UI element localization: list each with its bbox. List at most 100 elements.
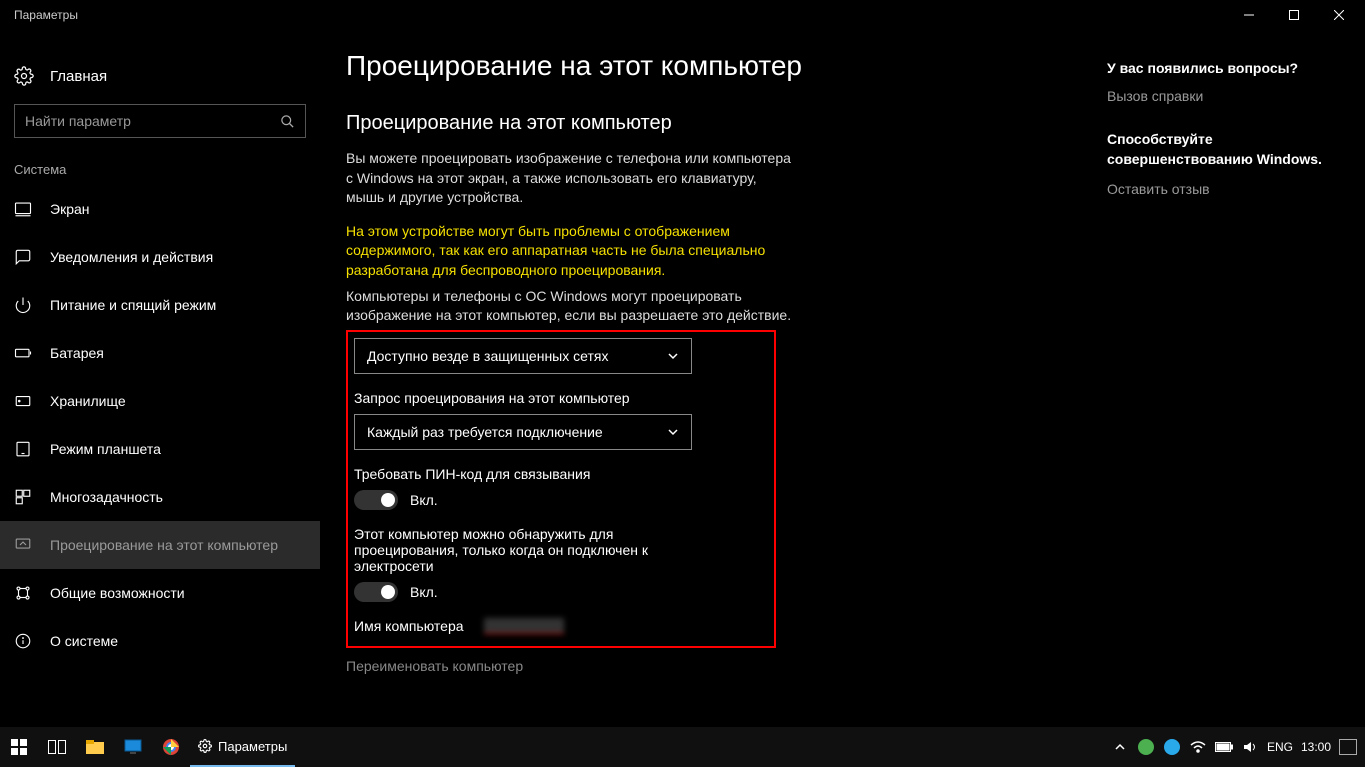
- sidebar-item-label: О системе: [50, 633, 118, 649]
- home-button[interactable]: Главная: [0, 60, 320, 104]
- windows-icon: [11, 739, 27, 755]
- taskbar-app-1[interactable]: [114, 727, 152, 767]
- help-title: У вас появились вопросы?: [1107, 60, 1345, 76]
- plugged-toggle[interactable]: [354, 582, 398, 602]
- tray-wifi[interactable]: [1189, 738, 1207, 756]
- sidebar-item-multitasking[interactable]: Многозадачность: [0, 473, 320, 521]
- tray-icon-1[interactable]: [1137, 738, 1155, 756]
- titlebar: Параметры: [0, 0, 1365, 30]
- availability-dropdown[interactable]: Доступно везде в защищенных сетях: [354, 338, 692, 374]
- sidebar-item-label: Многозадачность: [50, 489, 163, 505]
- maximize-button[interactable]: [1271, 0, 1316, 30]
- chevron-up-icon: [1115, 742, 1125, 752]
- category-label: Система: [0, 162, 320, 185]
- sidebar-item-label: Батарея: [50, 345, 104, 361]
- warning-text: На этом устройстве могут быть проблемы с…: [346, 222, 796, 281]
- search-box[interactable]: [14, 104, 306, 138]
- chat-icon: [14, 248, 32, 266]
- sidebar-item-tablet[interactable]: Режим планшета: [0, 425, 320, 473]
- sidebar-item-shared[interactable]: Общие возможности: [0, 569, 320, 617]
- taskview-icon: [48, 740, 66, 754]
- chevron-down-icon: [667, 350, 679, 362]
- multitask-icon: [14, 488, 32, 506]
- pc-name-redacted: [484, 618, 564, 634]
- pin-toggle-state: Вкл.: [410, 492, 438, 508]
- plugged-label: Этот компьютер можно обнаружить для прое…: [354, 526, 714, 574]
- pcname-label: Имя компьютера: [354, 618, 464, 634]
- tray-volume[interactable]: [1241, 738, 1259, 756]
- search-input[interactable]: [25, 113, 280, 129]
- sidebar-item-notifications[interactable]: Уведомления и действия: [0, 233, 320, 281]
- pin-toggle[interactable]: [354, 490, 398, 510]
- intro-text: Вы можете проецировать изображение с тел…: [346, 149, 796, 208]
- sidebar-item-storage[interactable]: Хранилище: [0, 377, 320, 425]
- display-icon: [14, 200, 32, 218]
- telegram-icon: [1164, 739, 1180, 755]
- taskbar: Параметры ENG 13:00: [0, 727, 1365, 767]
- start-button[interactable]: [0, 727, 38, 767]
- ask-dropdown[interactable]: Каждый раз требуется подключение: [354, 414, 692, 450]
- sidebar: Главная Система Экран Уведомления и дейс…: [0, 30, 320, 727]
- sidebar-item-label: Режим планшета: [50, 441, 161, 457]
- tray-chevron[interactable]: [1111, 738, 1129, 756]
- settings-taskbar-button[interactable]: Параметры: [190, 727, 295, 767]
- chrome-button[interactable]: [152, 727, 190, 767]
- volume-icon: [1243, 740, 1257, 754]
- sidebar-item-label: Экран: [50, 201, 90, 217]
- plugged-toggle-state: Вкл.: [410, 584, 438, 600]
- share-icon: [14, 584, 32, 602]
- sidebar-item-projecting[interactable]: Проецирование на этот компьютер: [0, 521, 320, 569]
- sidebar-item-label: Уведомления и действия: [50, 249, 213, 265]
- ask-label: Запрос проецирования на этот компьютер: [354, 390, 714, 406]
- feedback-title: Способствуйте совершенствованию Windows.: [1107, 130, 1345, 169]
- pin-label: Требовать ПИН-код для связывания: [354, 466, 714, 482]
- folder-icon: [86, 740, 104, 754]
- monitor-icon: [124, 739, 142, 755]
- section-title: Проецирование на этот компьютер: [346, 112, 1055, 135]
- battery-icon: [1215, 742, 1233, 752]
- tray-telegram[interactable]: [1163, 738, 1181, 756]
- sidebar-item-power[interactable]: Питание и спящий режим: [0, 281, 320, 329]
- sidebar-item-about[interactable]: О системе: [0, 617, 320, 665]
- sidebar-item-battery[interactable]: Батарея: [0, 329, 320, 377]
- sidebar-item-display[interactable]: Экран: [0, 185, 320, 233]
- wifi-icon: [1190, 741, 1206, 753]
- dropdown-value: Доступно везде в защищенных сетях: [367, 348, 667, 364]
- dropdown-value: Каждый раз требуется подключение: [367, 424, 667, 440]
- tray-battery[interactable]: [1215, 738, 1233, 756]
- feedback-link[interactable]: Оставить отзыв: [1107, 181, 1345, 197]
- window-title: Параметры: [14, 8, 1226, 22]
- help-link[interactable]: Вызов справки: [1107, 88, 1345, 104]
- sidebar-item-label: Проецирование на этот компьютер: [50, 537, 278, 553]
- chevron-down-icon: [667, 426, 679, 438]
- info-icon: [14, 632, 32, 650]
- clock[interactable]: 13:00: [1301, 740, 1331, 754]
- battery-icon: [14, 344, 32, 362]
- explorer-button[interactable]: [76, 727, 114, 767]
- language-indicator[interactable]: ENG: [1267, 740, 1293, 754]
- close-button[interactable]: [1316, 0, 1361, 30]
- action-center[interactable]: [1339, 738, 1357, 756]
- sidebar-item-label: Общие возможности: [50, 585, 185, 601]
- tablet-icon: [14, 440, 32, 458]
- rename-link[interactable]: Переименовать компьютер: [346, 658, 1055, 674]
- storage-icon: [14, 392, 32, 410]
- sidebar-item-label: Питание и спящий режим: [50, 297, 216, 313]
- allow-label: Компьютеры и телефоны с ОС Windows могут…: [346, 287, 796, 326]
- home-label: Главная: [50, 68, 107, 85]
- app-body: Главная Система Экран Уведомления и дейс…: [0, 30, 1365, 727]
- sidebar-item-label: Хранилище: [50, 393, 126, 409]
- taskbar-app-label: Параметры: [218, 739, 287, 754]
- taskview-button[interactable]: [38, 727, 76, 767]
- gear-icon: [14, 66, 34, 86]
- notification-icon: [1339, 739, 1357, 755]
- project-icon: [14, 536, 32, 554]
- search-icon: [280, 114, 295, 129]
- highlight-annotation: Доступно везде в защищенных сетях Запрос…: [346, 330, 776, 648]
- minimize-button[interactable]: [1226, 0, 1271, 30]
- chrome-icon: [163, 739, 179, 755]
- main-content: Проецирование на этот компьютер Проециро…: [320, 30, 1095, 727]
- page-title: Проецирование на этот компьютер: [346, 50, 1055, 82]
- power-icon: [14, 296, 32, 314]
- green-dot-icon: [1138, 739, 1154, 755]
